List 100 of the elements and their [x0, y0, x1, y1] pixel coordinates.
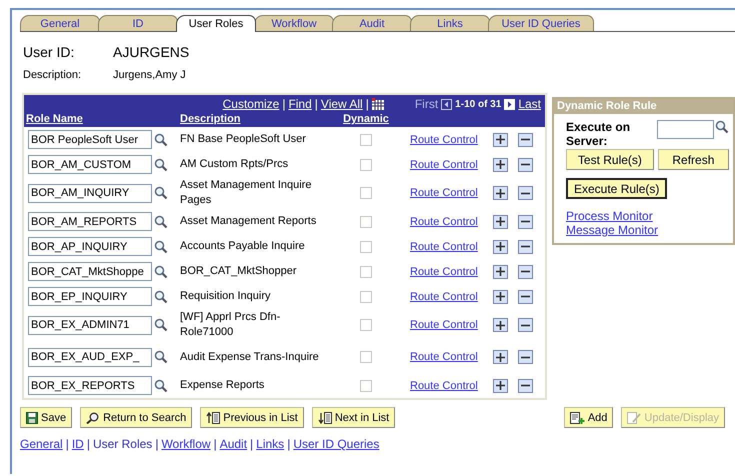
server-field[interactable]: [657, 120, 714, 139]
role-name-field[interactable]: BOR_EX_AUD_EXP_: [28, 348, 152, 366]
delete-row-button[interactable]: [518, 186, 533, 200]
route-control-link[interactable]: Route Control: [410, 290, 478, 302]
search-icon[interactable]: [154, 158, 168, 172]
role-name-field[interactable]: BOR_EX_ADMIN71: [28, 316, 152, 334]
footer-link[interactable]: User ID Queries: [293, 437, 380, 451]
tab[interactable]: Audit: [332, 15, 412, 31]
role-name-field[interactable]: BOR_AM_REPORTS: [28, 212, 152, 231]
tab[interactable]: ID: [98, 15, 178, 31]
separator: |: [155, 437, 158, 451]
last-link[interactable]: Last: [518, 97, 541, 111]
search-icon[interactable]: [154, 186, 168, 200]
delete-row-button[interactable]: [518, 350, 533, 364]
delete-row-button[interactable]: [518, 290, 533, 304]
delete-row-button[interactable]: [518, 264, 533, 278]
current-page-label: User Roles: [92, 437, 152, 451]
execute-button[interactable]: Execute Rule(s): [566, 178, 668, 199]
route-control-link[interactable]: Route Control: [410, 134, 478, 146]
route-control-link[interactable]: Route Control: [410, 266, 478, 278]
delete-row-button[interactable]: [518, 318, 533, 332]
rule-button[interactable]: Test Rule(s): [566, 149, 654, 170]
tab[interactable]: General: [20, 15, 100, 31]
add-row-button[interactable]: [493, 214, 508, 228]
grid-link[interactable]: Customize: [222, 97, 280, 111]
delete-row-button[interactable]: [518, 378, 533, 392]
search-icon[interactable]: [154, 318, 168, 332]
grid-link[interactable]: Find: [288, 97, 312, 111]
add-row-button[interactable]: [493, 132, 508, 146]
role-description: Accounts Payable Inquire: [179, 239, 306, 254]
add-row-button[interactable]: [493, 378, 508, 392]
route-control-link[interactable]: Route Control: [410, 351, 478, 363]
tab[interactable]: User ID Queries: [488, 15, 594, 31]
tab[interactable]: Workflow: [254, 15, 334, 31]
role-name-field[interactable]: BOR_AP_INQUIRY: [28, 237, 152, 256]
toolbar-button[interactable]: Return to Search: [80, 407, 192, 428]
separator: |: [250, 437, 254, 451]
role-description: Expense Reports: [179, 378, 266, 393]
user-id-value: AJURGENS: [113, 44, 190, 60]
search-icon[interactable]: [154, 290, 168, 304]
search-icon[interactable]: [154, 214, 168, 228]
search-icon[interactable]: [154, 378, 168, 392]
plus-icon: [496, 242, 505, 251]
route-control-link[interactable]: Route Control: [410, 240, 478, 252]
plus-icon: [496, 160, 505, 169]
tab[interactable]: Links: [410, 15, 490, 31]
search-icon[interactable]: [154, 350, 168, 364]
add-row-button[interactable]: [493, 240, 508, 254]
role-name-field[interactable]: BOR_CAT_MktShoppe: [28, 262, 152, 281]
role-name-field[interactable]: BOR PeopleSoft User: [28, 130, 152, 149]
separator: |: [86, 437, 90, 451]
delete-row-button[interactable]: [518, 214, 533, 228]
panel-title: Dynamic Role Rule: [554, 99, 733, 114]
search-icon[interactable]: [154, 264, 168, 278]
separator: |: [287, 437, 290, 451]
role-name-field[interactable]: BOR_EP_INQUIRY: [28, 287, 152, 306]
delete-row-button[interactable]: [518, 240, 533, 254]
delete-row-button[interactable]: [518, 158, 533, 172]
route-control-link[interactable]: Route Control: [410, 158, 478, 170]
separator: |: [66, 437, 69, 451]
add-row-button[interactable]: [493, 158, 508, 172]
footer-link[interactable]: Workflow: [161, 437, 211, 451]
add-row-button[interactable]: [493, 264, 508, 278]
grid-icon[interactable]: [372, 98, 384, 110]
role-description: Requisition Inquiry: [179, 289, 272, 304]
rule-button[interactable]: Refresh: [658, 149, 729, 170]
add-row-button[interactable]: [493, 186, 508, 200]
grid-link[interactable]: View All: [320, 97, 363, 111]
delete-row-button[interactable]: [518, 132, 533, 146]
search-icon[interactable]: [154, 240, 168, 254]
add-row-button[interactable]: [493, 350, 508, 364]
search-icon[interactable]: [154, 132, 168, 146]
footer-link[interactable]: Audit: [220, 437, 248, 451]
search-icon: [86, 412, 100, 424]
route-control-link[interactable]: Route Control: [410, 319, 478, 331]
tab[interactable]: User Roles: [176, 15, 256, 32]
route-control-link[interactable]: Route Control: [410, 380, 478, 392]
plus-icon: [496, 135, 505, 144]
add-row-button[interactable]: [493, 290, 508, 304]
toolbar-button[interactable]: Add: [564, 407, 614, 428]
toolbar-button[interactable]: Previous in List: [200, 407, 304, 428]
monitor-link[interactable]: Message Monitor: [566, 223, 729, 237]
toolbar-button[interactable]: Save: [20, 407, 72, 428]
role-description: AM Custom Rpts/Prcs: [179, 157, 290, 172]
footer-link[interactable]: General: [20, 437, 63, 451]
role-name-field[interactable]: BOR_EX_REPORTS: [28, 376, 152, 395]
role-description: Audit Expense Trans-Inquire: [179, 350, 319, 364]
footer-link[interactable]: Links: [256, 437, 284, 451]
footer-link[interactable]: ID: [72, 437, 84, 451]
route-control-link[interactable]: Route Control: [410, 216, 478, 228]
role-name-field[interactable]: BOR_AM_CUSTOM: [28, 155, 152, 174]
monitor-link[interactable]: Process Monitor: [566, 209, 729, 223]
search-icon[interactable]: [715, 120, 729, 134]
role-description: Asset Management Inquire Pages: [179, 178, 312, 208]
plus-icon: [496, 381, 505, 390]
toolbar-button[interactable]: Next in List: [312, 407, 396, 428]
role-name-field[interactable]: BOR_AM_INQUIRY: [28, 184, 152, 202]
separator: |: [214, 437, 217, 451]
route-control-link[interactable]: Route Control: [410, 187, 478, 199]
add-row-button[interactable]: [493, 318, 508, 332]
